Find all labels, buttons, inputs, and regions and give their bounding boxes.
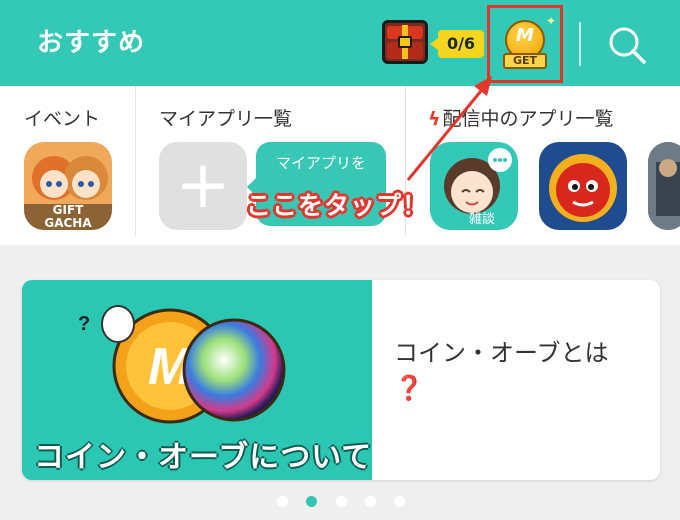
question-icon: ❓ [394, 374, 424, 402]
carousel-dot-active[interactable] [306, 496, 317, 507]
carousel-dot[interactable] [394, 496, 405, 507]
carousel-dot[interactable] [365, 496, 376, 507]
banner-title: コイン・オーブとは❓ [394, 339, 609, 402]
coin-orb-banner-card[interactable]: M ? コイン・オーブについて コイン・オーブとは❓ [22, 280, 660, 480]
tap-here-callout: ここをタップ！ [246, 191, 429, 220]
banner-image-caption: コイン・オーブについて [34, 440, 373, 475]
carousel-dot[interactable] [336, 496, 347, 507]
svg-text:?: ? [78, 313, 90, 335]
carousel-pagination [0, 496, 680, 508]
carousel-dot[interactable] [277, 496, 288, 507]
